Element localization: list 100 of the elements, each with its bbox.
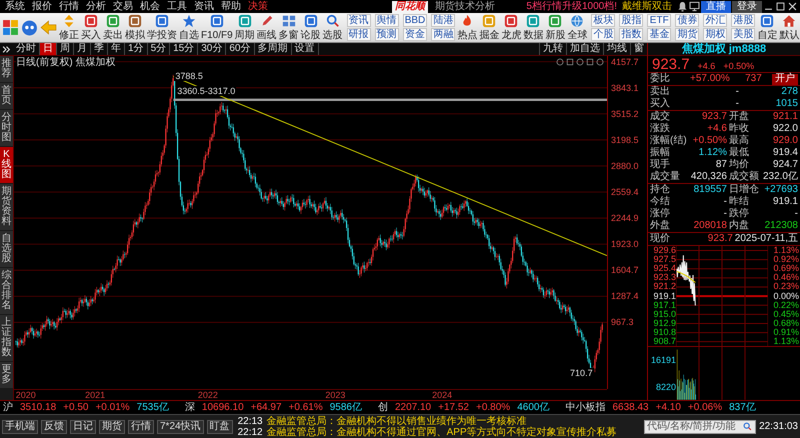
period-tab[interactable]: 1分 <box>125 43 148 55</box>
toolbar-button[interactable]: 全球 <box>566 14 588 42</box>
sidebar-tab[interactable]: 更多 <box>0 362 13 388</box>
field-label: 外盘 <box>650 220 671 232</box>
toolbar-button[interactable]: 指数 <box>619 28 644 41</box>
live-button[interactable]: 直播 <box>701 0 731 12</box>
toolbar-button[interactable]: 默认 <box>778 14 800 42</box>
period-tab[interactable]: 月 <box>74 43 91 55</box>
toolbar-button[interactable]: 修正 <box>58 14 80 42</box>
toolbar-button[interactable]: F10/F9 <box>200 14 234 42</box>
status-tab[interactable]: 手机端 <box>2 420 38 434</box>
menu-item[interactable]: 行情 <box>56 0 82 13</box>
toolbar-button[interactable]: 期货 <box>675 28 700 41</box>
period-tab[interactable]: 60分 <box>226 43 254 55</box>
field-value: 919.4 <box>772 147 798 159</box>
toolbar-button[interactable]: 板块 <box>591 14 616 27</box>
menu-item[interactable]: 报价 <box>29 0 55 13</box>
toolbar-button[interactable]: 自定 <box>756 14 778 42</box>
promo-link[interactable]: 5档行情升级1000档! <box>526 0 617 13</box>
period-tab[interactable]: 多周期 <box>254 43 292 55</box>
menu-item[interactable]: 帮助 <box>218 0 244 13</box>
toolbar-button[interactable]: 股指 <box>619 14 644 27</box>
toolbar-button[interactable]: 卖出 <box>102 14 124 42</box>
field-value: 2025-07-11,五 <box>734 233 798 245</box>
toolbar-button[interactable]: 热点 <box>456 14 478 42</box>
sidebar-tab[interactable]: K线图 <box>0 147 13 183</box>
menu-item[interactable]: 分析 <box>83 0 109 13</box>
menu-item[interactable]: 机会 <box>137 0 163 13</box>
field-value: 1.12% <box>698 147 727 159</box>
menu-item[interactable]: 决策 <box>245 0 271 13</box>
sidebar-tab[interactable]: 推荐 <box>0 56 13 82</box>
field-value: 929.0 <box>772 135 798 147</box>
open-account-button[interactable]: 开户 <box>772 74 798 84</box>
period-tab[interactable]: 日 <box>40 43 57 55</box>
sidebar-tab[interactable]: 上证指数 <box>0 315 13 361</box>
toolbar-button[interactable]: 资金 <box>402 28 428 41</box>
toolbar-button[interactable]: 债券 <box>675 14 700 27</box>
period-tab[interactable]: 周 <box>57 43 74 55</box>
menu-item[interactable]: 工具 <box>164 0 190 13</box>
chart-tool-button[interactable]: 均线 <box>603 43 630 55</box>
toolbar-button[interactable]: ETF <box>647 14 672 27</box>
sidebar-tab[interactable]: 综合排名 <box>0 268 13 314</box>
toolbar-button[interactable]: 资讯 <box>346 14 371 27</box>
status-tab[interactable]: 日记 <box>70 420 96 434</box>
sidebar-tab[interactable]: 自选股 <box>0 231 13 267</box>
toolbar-button[interactable]: 自选 <box>178 14 200 42</box>
toolbar-button[interactable]: 掘金 <box>478 14 500 42</box>
toolbar-button[interactable]: 选股 <box>322 14 344 42</box>
toolbar-button[interactable]: 陆港 <box>431 14 456 27</box>
status-tab[interactable]: 期货 <box>99 420 125 434</box>
toolbar-button[interactable]: 期权 <box>703 28 728 41</box>
toolbar-button[interactable]: 买入 <box>80 14 102 42</box>
field-label: 开盘 <box>729 111 750 123</box>
toolbar-button[interactable]: 模拟 <box>124 14 146 42</box>
status-tab[interactable]: 反馈 <box>41 420 67 434</box>
search-field[interactable]: 代码/名称/简拼/功能 <box>644 420 756 434</box>
toolbar-button[interactable]: 舆情 <box>374 14 399 27</box>
period-tab[interactable]: 30分 <box>198 43 226 55</box>
field-value: 212308 <box>764 220 798 232</box>
status-tab[interactable]: 盯盘 <box>206 420 233 434</box>
toolbar-button[interactable]: 画线 <box>256 14 278 42</box>
period-tab[interactable]: 季 <box>91 43 108 55</box>
status-tab[interactable]: 7*24快讯 <box>157 420 204 434</box>
toolbar-button[interactable]: 港股 <box>731 14 756 27</box>
index-change: +17.52 <box>438 402 469 414</box>
news-headline[interactable]: 金融监管总局：金融机构不得以销售业绩作为唯一考核标准 <box>266 416 527 426</box>
sidebar-tab[interactable]: 期货资料 <box>0 184 13 230</box>
sidebar-tab[interactable]: 首页 <box>0 83 13 109</box>
toolbar-button[interactable]: 个股 <box>591 28 616 41</box>
login-button[interactable]: 登录 <box>732 0 762 12</box>
status-tab[interactable]: 行情 <box>128 420 154 434</box>
toolbar-button[interactable]: 美股 <box>731 28 756 41</box>
index-price: 10696.10 <box>202 402 244 414</box>
price-tick: 919.1 <box>652 292 676 301</box>
toolbar-button[interactable]: 论股 <box>300 14 322 42</box>
toolbar-button[interactable]: 研报 <box>346 28 371 41</box>
menu-item[interactable]: 资讯 <box>191 0 217 13</box>
period-tab[interactable]: 15分 <box>170 43 198 55</box>
toolbar-button[interactable]: 龙虎 <box>500 14 522 42</box>
toolbar-button[interactable]: 两融 <box>431 28 456 41</box>
percent-tick: 0.92% <box>772 255 800 264</box>
toolbar-button[interactable]: 学投资 <box>146 14 178 42</box>
menu-item[interactable]: 交易 <box>110 0 136 13</box>
toolbar-button[interactable]: 数据 <box>522 14 544 42</box>
sidebar-tab[interactable]: 分时图 <box>0 110 13 146</box>
toolbar-button[interactable]: 外汇 <box>703 14 728 27</box>
news-headline[interactable]: 金融监管总局：金融机构不得通过官网、APP等方式向不特定对象宣传推介私募 <box>266 426 617 438</box>
toolbar-button[interactable]: 周期 <box>234 14 256 42</box>
period-tab[interactable]: 5分 <box>148 43 170 55</box>
chart-tool-button[interactable]: 九转 <box>539 43 566 55</box>
toolbar-button[interactable]: 预测 <box>374 28 399 41</box>
field-value: 232.0亿 <box>762 171 798 183</box>
menu-item[interactable]: 系统 <box>2 0 28 13</box>
toolbar-button[interactable]: 基金 <box>647 28 672 41</box>
chart-tool-button[interactable]: 加自选 <box>566 43 603 55</box>
toolbar-button[interactable]: BBD <box>402 14 428 27</box>
toolbar-button[interactable]: 多窗 <box>278 14 300 42</box>
period-tab[interactable]: 设置 <box>292 43 318 55</box>
toolbar-button[interactable]: 新股 <box>544 14 566 42</box>
period-tab[interactable]: 年 <box>108 43 125 55</box>
